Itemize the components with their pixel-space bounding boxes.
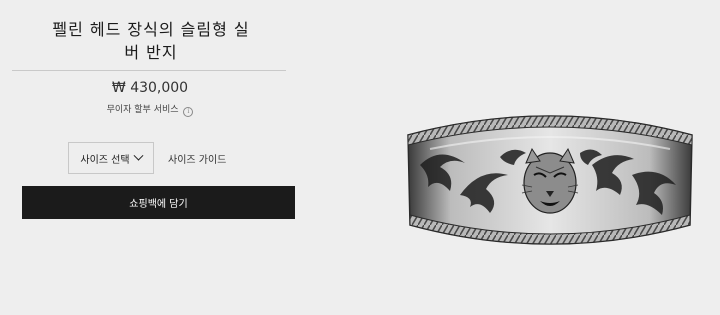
installment-label: 무이자 할부 서비스 — [106, 105, 179, 115]
silver-ring-icon — [407, 115, 693, 245]
size-guide-link[interactable]: 사이즈 가이드 — [168, 151, 226, 166]
product-image — [400, 105, 700, 259]
installment-info[interactable]: 무이자 할부 서비스 i — [0, 102, 300, 117]
size-select-label: 사이즈 선택 — [80, 154, 130, 166]
info-icon[interactable]: i — [183, 107, 194, 117]
product-image-panel — [310, 0, 720, 315]
title-divider — [12, 70, 286, 71]
product-price: ₩ 430,000 — [111, 80, 189, 96]
add-to-cart-button[interactable]: 쇼핑백에 담기 — [22, 186, 295, 219]
product-title: 펠린 헤드 장식의 슬림형 실 버 반지 — [20, 18, 282, 64]
product-info-panel: 펠린 헤드 장식의 슬림형 실 버 반지 ₩ 430,000 무이자 할부 서비… — [0, 0, 310, 315]
product-title-line-2: 버 반지 — [124, 43, 178, 62]
chevron-down-icon — [133, 150, 144, 161]
size-select-dropdown[interactable]: 사이즈 선택 — [68, 142, 154, 174]
product-title-line-1: 펠린 헤드 장식의 슬림형 실 — [52, 20, 250, 39]
